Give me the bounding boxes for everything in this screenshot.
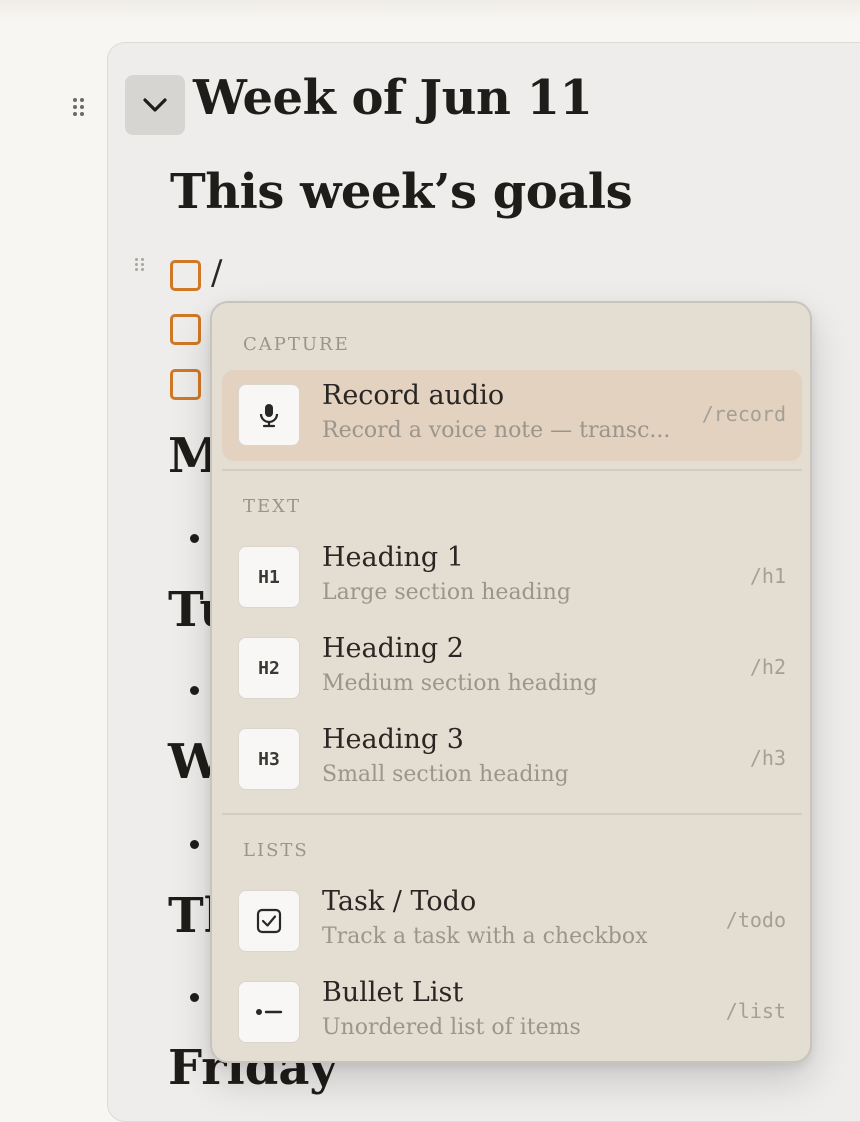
collapse-toggle-button[interactable]	[125, 75, 185, 135]
heading-3-icon: H3	[238, 728, 300, 790]
slash-command-menu: CAPTURE Record audio Record a voice note…	[210, 301, 812, 1063]
section-divider	[222, 469, 802, 471]
heading-2-icon: H2	[238, 637, 300, 699]
menu-item-command: /h1	[749, 564, 786, 588]
menu-item-description: Track a task with a checkbox	[322, 924, 648, 949]
top-bar	[0, 0, 860, 20]
goals-heading: This week’s goals	[170, 164, 633, 220]
menu-item-bullet-list[interactable]: Bullet List Unordered list of items /lis…	[222, 967, 802, 1058]
todo-checkbox[interactable]	[170, 260, 201, 291]
menu-item-name: Record audio	[322, 380, 505, 411]
todo-checkbox[interactable]	[170, 369, 201, 400]
section-label-lists: LISTS	[243, 840, 309, 861]
todo-checkbox[interactable]	[170, 314, 201, 345]
menu-item-task-todo[interactable]: Task / Todo Track a task with a checkbox…	[222, 876, 802, 967]
menu-item-description: Record a voice note — transc...	[322, 418, 671, 443]
menu-item-record-audio[interactable]: Record audio Record a voice note — trans…	[222, 370, 802, 461]
chevron-down-icon	[143, 98, 167, 112]
heading-1-icon: H1	[238, 546, 300, 608]
drag-handle-icon[interactable]	[135, 258, 145, 271]
page-title: Week of Jun 11	[193, 70, 593, 126]
menu-item-name: Heading 3	[322, 724, 464, 755]
bullet-point	[190, 840, 199, 849]
menu-item-name: Bullet List	[322, 977, 464, 1008]
bullet-list-icon	[238, 981, 300, 1043]
menu-item-command: /todo	[725, 908, 786, 932]
menu-item-heading-1[interactable]: H1 Heading 1 Large section heading /h1	[222, 532, 802, 623]
section-label-text: TEXT	[243, 496, 301, 517]
bullet-point	[190, 686, 199, 695]
menu-item-name: Heading 2	[322, 633, 464, 664]
menu-item-heading-3[interactable]: H3 Heading 3 Small section heading /h3	[222, 714, 802, 805]
section-label-capture: CAPTURE	[243, 334, 350, 355]
section-divider	[222, 813, 802, 815]
menu-item-description: Small section heading	[322, 762, 569, 787]
menu-item-command: /record	[701, 402, 786, 426]
drag-handle-icon[interactable]	[73, 98, 84, 116]
menu-item-name: Heading 1	[322, 542, 464, 573]
microphone-icon	[238, 384, 300, 446]
menu-item-description: Large section heading	[322, 580, 571, 605]
menu-item-heading-2[interactable]: H2 Heading 2 Medium section heading /h2	[222, 623, 802, 714]
menu-item-name: Task / Todo	[322, 886, 477, 917]
bullet-point	[190, 993, 199, 1002]
menu-item-command: /list	[725, 999, 786, 1023]
menu-item-command: /h2	[749, 655, 786, 679]
bullet-point	[190, 534, 199, 543]
checkbox-icon	[238, 890, 300, 952]
menu-item-command: /h3	[749, 746, 786, 770]
editor-input-text[interactable]: /	[211, 253, 222, 293]
menu-item-description: Medium section heading	[322, 671, 598, 696]
menu-item-description: Unordered list of items	[322, 1015, 581, 1040]
